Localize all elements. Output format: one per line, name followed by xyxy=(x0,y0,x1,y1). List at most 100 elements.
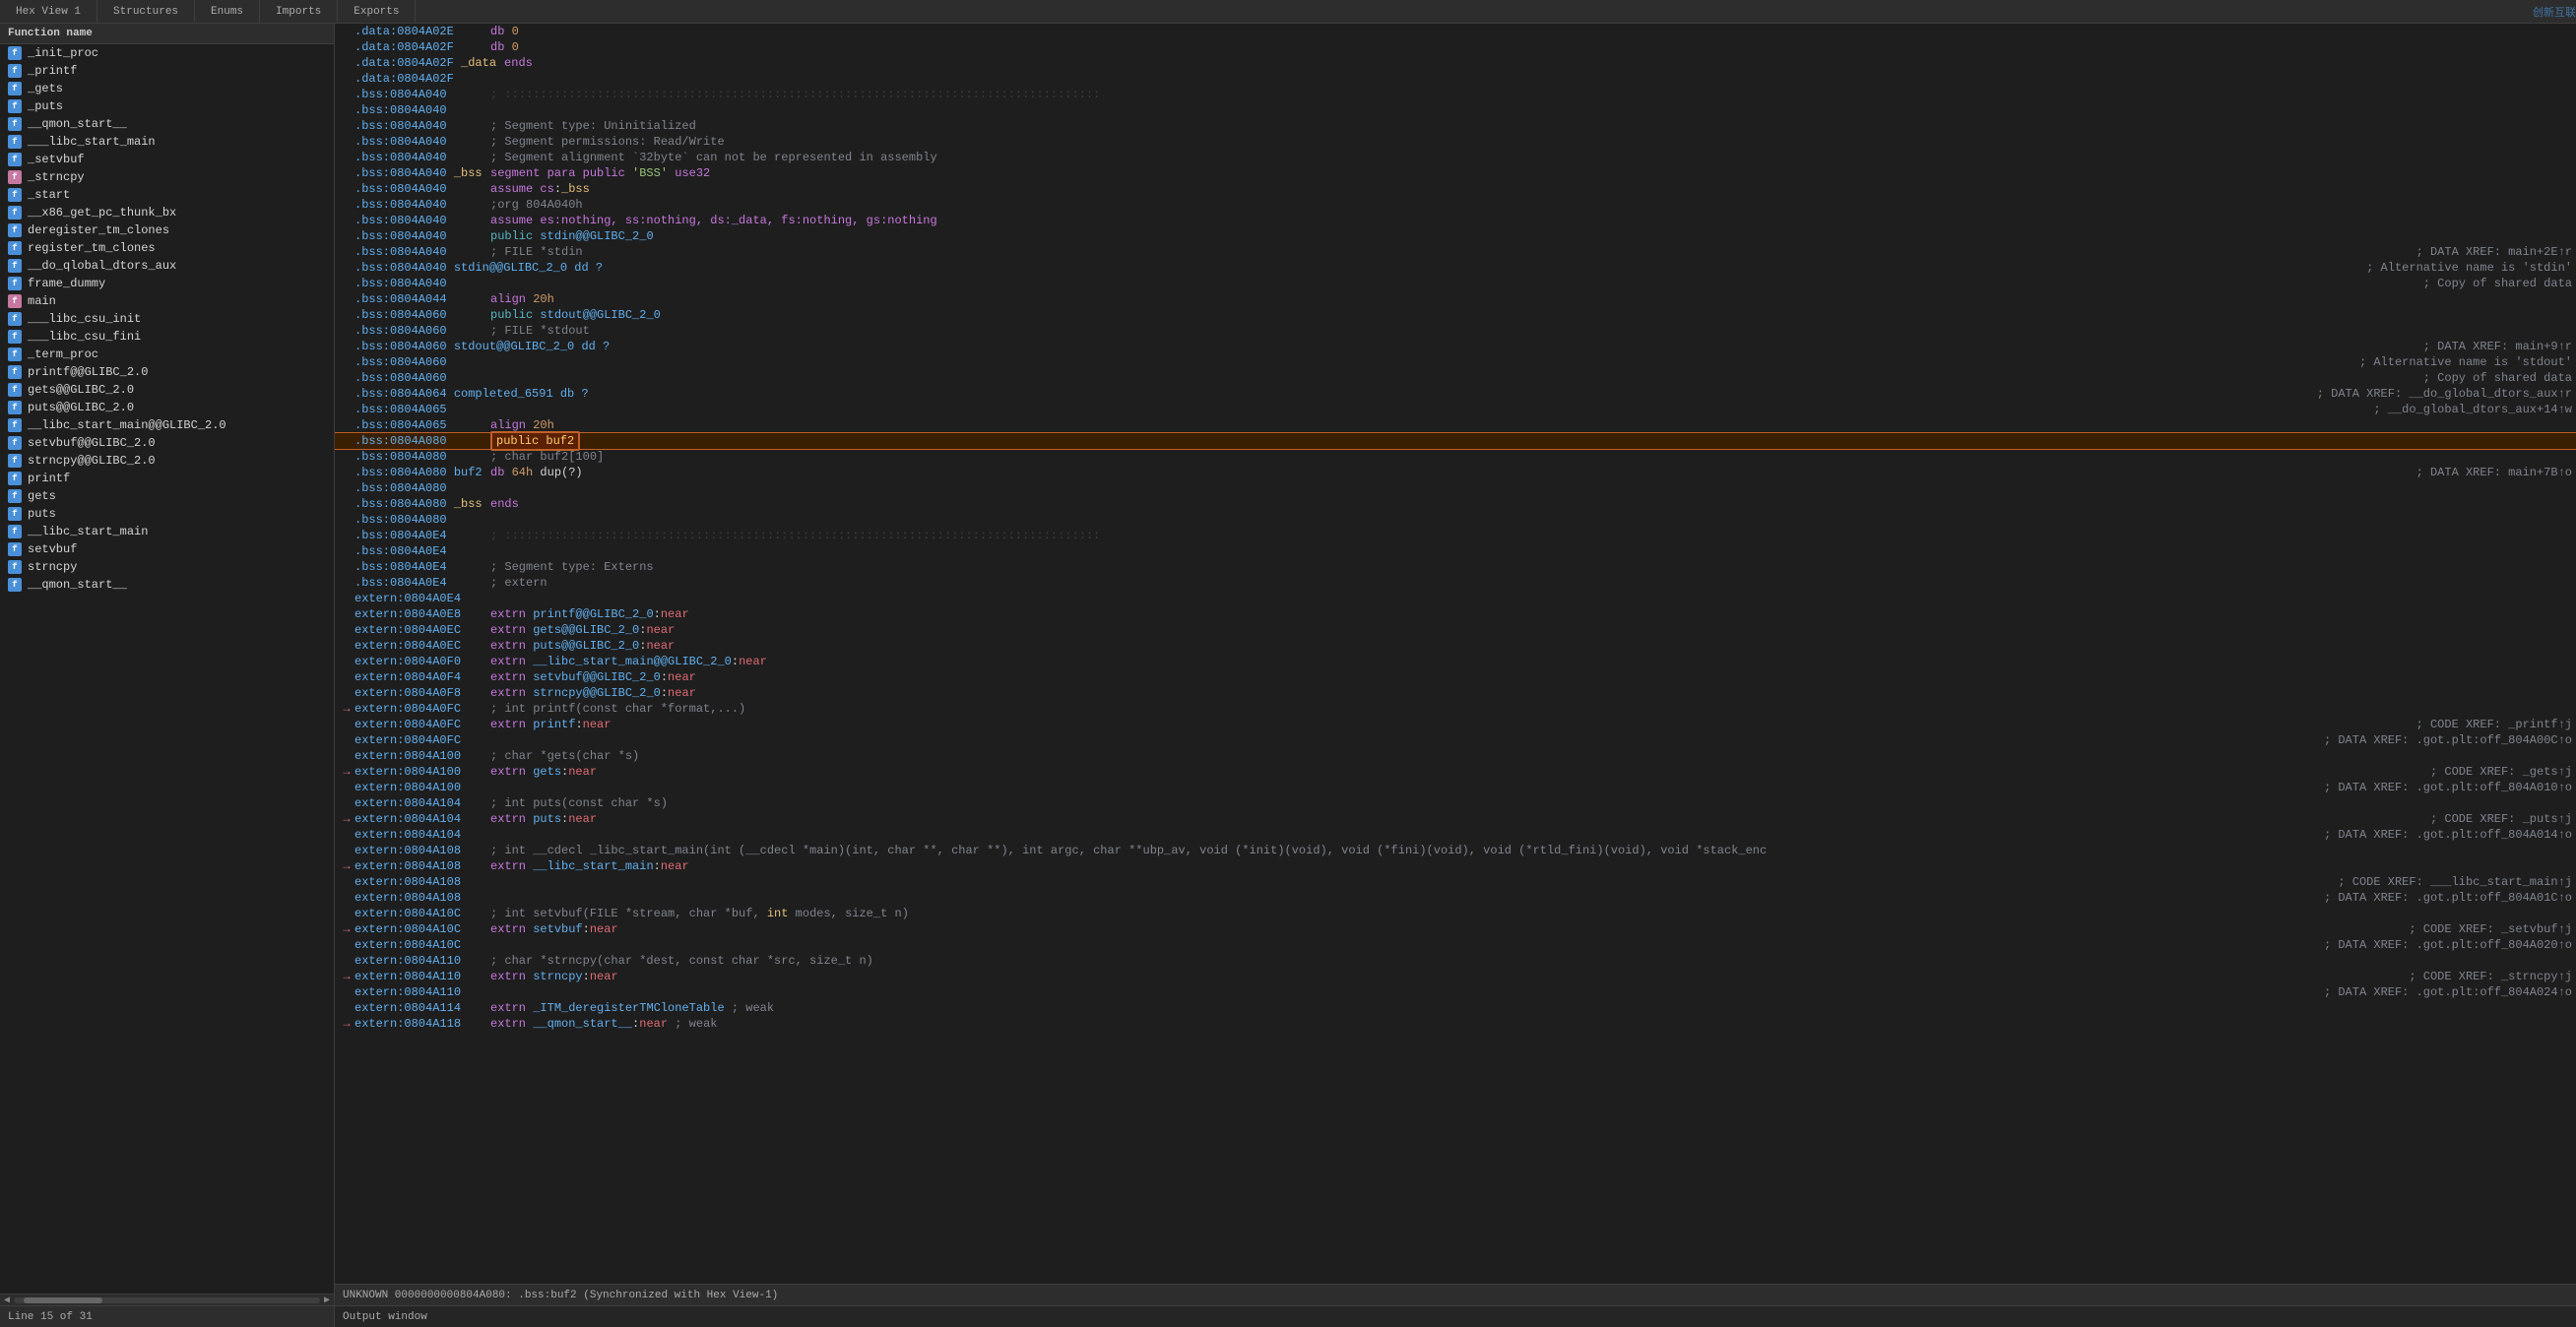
function-item[interactable]: fframe_dummy xyxy=(0,275,334,292)
main-layout: Function name f_init_procf_printff_getsf… xyxy=(0,24,2576,1327)
function-item[interactable]: f_strncpy xyxy=(0,168,334,186)
line-address: extern:0804A104 xyxy=(354,795,483,811)
function-item[interactable]: fprintf xyxy=(0,470,334,487)
scroll-track[interactable] xyxy=(14,1297,320,1303)
code-line: .bss:0804A040;org 804A040h xyxy=(335,197,2576,213)
function-item[interactable]: fregister_tm_clones xyxy=(0,239,334,257)
line-content: extrn strncpy:near xyxy=(490,969,2389,984)
scroll-thumb[interactable] xyxy=(24,1297,102,1303)
line-address: extern:0804A110 xyxy=(354,953,483,969)
tab-enums[interactable]: Enums xyxy=(195,0,260,23)
function-item[interactable]: f___libc_csu_init xyxy=(0,310,334,328)
function-item[interactable]: f__libc_start_main xyxy=(0,523,334,540)
line-address: extern:0804A114 xyxy=(354,1000,483,1016)
line-address: .bss:0804A040 xyxy=(354,244,483,260)
line-address: extern:0804A104 xyxy=(354,811,483,827)
code-line: extern:0804A0ECextrn puts@@GLIBC_2_0:nea… xyxy=(335,638,2576,654)
function-label: gets@@GLIBC_2.0 xyxy=(28,383,134,397)
tab-exports[interactable]: Exports xyxy=(338,0,416,23)
function-label: __x86_get_pc_thunk_bx xyxy=(28,206,176,220)
code-line: extern:0804A0ECextrn gets@@GLIBC_2_0:nea… xyxy=(335,622,2576,638)
code-view[interactable]: .data:0804A02Edb 0.data:0804A02Fdb 0.dat… xyxy=(335,24,2576,1284)
line-content: extrn setvbuf:near xyxy=(490,921,2389,937)
line-address: .bss:0804A040 xyxy=(354,213,483,228)
panel-scrollbar[interactable]: ◀ ▶ xyxy=(0,1294,334,1305)
function-item[interactable]: fsetvbuf xyxy=(0,540,334,558)
function-icon: f xyxy=(8,153,22,166)
code-line: extern:0804A108; DATA XREF: .got.plt:off… xyxy=(335,890,2576,906)
code-line: extern:0804A0F4extrn setvbuf@@GLIBC_2_0:… xyxy=(335,669,2576,685)
function-item[interactable]: f_gets xyxy=(0,80,334,97)
line-content: ; ::::::::::::::::::::::::::::::::::::::… xyxy=(490,528,2572,543)
function-item[interactable]: f __do_qlobal_dtors_aux xyxy=(0,257,334,275)
line-content: ; char buf2[100] xyxy=(490,449,2572,465)
line-address: .data:0804A02F xyxy=(354,39,483,55)
function-item[interactable]: fmain xyxy=(0,292,334,310)
function-item[interactable]: f__qmon_start__ xyxy=(0,576,334,594)
tab-imports[interactable]: Imports xyxy=(260,0,338,23)
function-item[interactable]: fstrncpy@@GLIBC_2.0 xyxy=(0,452,334,470)
function-list[interactable]: f_init_procf_printff_getsf_putsf__qmon_s… xyxy=(0,44,334,1294)
code-line: .bss:0804A040; Segment type: Uninitializ… xyxy=(335,118,2576,134)
line-arrow: → xyxy=(339,764,354,780)
code-line: .bss:0804A060public stdout@@GLIBC_2_0 xyxy=(335,307,2576,323)
line-address: .bss:0804A040 xyxy=(354,118,483,134)
function-icon: f xyxy=(8,542,22,556)
function-item[interactable]: fputs xyxy=(0,505,334,523)
function-item[interactable]: fderegister_tm_clones xyxy=(0,221,334,239)
function-item[interactable]: f_init_proc xyxy=(0,44,334,62)
line-comment: ; CODE XREF: ___libc_start_main↑j xyxy=(2338,874,2572,890)
function-item[interactable]: fgets@@GLIBC_2.0 xyxy=(0,381,334,399)
function-item[interactable]: f_printf xyxy=(0,62,334,80)
line-content: extrn printf:near xyxy=(490,717,2397,732)
code-line: .bss:0804A044align 20h xyxy=(335,291,2576,307)
line-content: extrn __libc_start_main@@GLIBC_2_0:near xyxy=(490,654,2572,669)
code-line: .data:0804A02Edb 0 xyxy=(335,24,2576,39)
function-item[interactable]: f_puts xyxy=(0,97,334,115)
line-comment: ; CODE XREF: _setvbuf↑j xyxy=(2409,921,2572,937)
function-item[interactable]: fgets xyxy=(0,487,334,505)
line-content: public stdout@@GLIBC_2_0 xyxy=(490,307,2572,323)
tab-hex-view[interactable]: Hex View 1 xyxy=(0,0,97,23)
line-address: .bss:0804A080 buf2 xyxy=(354,465,483,480)
function-item[interactable]: fstrncpy xyxy=(0,558,334,576)
scroll-left-arrow[interactable]: ◀ xyxy=(4,1295,10,1306)
function-item[interactable]: fsetvbuf@@GLIBC_2.0 xyxy=(0,434,334,452)
line-address: extern:0804A108 xyxy=(354,890,483,906)
function-item[interactable]: f_term_proc xyxy=(0,346,334,363)
code-line: .bss:0804A080; char buf2[100] xyxy=(335,449,2576,465)
function-icon: f xyxy=(8,64,22,78)
function-label: strncpy@@GLIBC_2.0 xyxy=(28,454,156,468)
function-label: setvbuf@@GLIBC_2.0 xyxy=(28,436,156,450)
code-line: extern:0804A10C; int setvbuf(FILE *strea… xyxy=(335,906,2576,921)
function-icon: f xyxy=(8,259,22,273)
code-line: .bss:0804A065align 20h xyxy=(335,417,2576,433)
function-item[interactable]: f_start xyxy=(0,186,334,204)
function-item[interactable]: fputs@@GLIBC_2.0 xyxy=(0,399,334,416)
function-icon: f xyxy=(8,46,22,60)
function-label: _setvbuf xyxy=(28,153,85,166)
function-item[interactable]: f__libc_start_main@@GLIBC_2.0 xyxy=(0,416,334,434)
function-item[interactable]: f__x86_get_pc_thunk_bx xyxy=(0,204,334,221)
function-label: main xyxy=(28,294,56,308)
function-label: printf@@GLIBC_2.0 xyxy=(28,365,148,379)
scroll-right-arrow[interactable]: ▶ xyxy=(324,1295,330,1306)
line-content: ; char *strncpy(char *dest, const char *… xyxy=(490,953,2572,969)
line-comment: ; DATA XREF: main+7B↑o xyxy=(2416,465,2572,480)
tab-structures[interactable]: Structures xyxy=(97,0,195,23)
function-item[interactable]: f _setvbuf xyxy=(0,151,334,168)
code-line: .bss:0804A040assume cs:_bss xyxy=(335,181,2576,197)
function-label: gets xyxy=(28,489,56,503)
function-item[interactable]: fprintf@@GLIBC_2.0 xyxy=(0,363,334,381)
line-address: extern:0804A0FC xyxy=(354,732,483,748)
function-item[interactable]: f___libc_csu_fini xyxy=(0,328,334,346)
line-content: align 20h xyxy=(490,417,2572,433)
function-item[interactable]: f___libc_start_main xyxy=(0,133,334,151)
function-label: _gets xyxy=(28,82,63,95)
line-content: db 0 xyxy=(490,24,2572,39)
function-icon: f xyxy=(8,472,22,485)
line-content: ; FILE *stdout xyxy=(490,323,2572,339)
line-address: .bss:0804A080 _bss xyxy=(354,496,483,512)
function-item[interactable]: f__qmon_start__ xyxy=(0,115,334,133)
function-label: __do_qlobal_dtors_aux xyxy=(28,259,176,273)
